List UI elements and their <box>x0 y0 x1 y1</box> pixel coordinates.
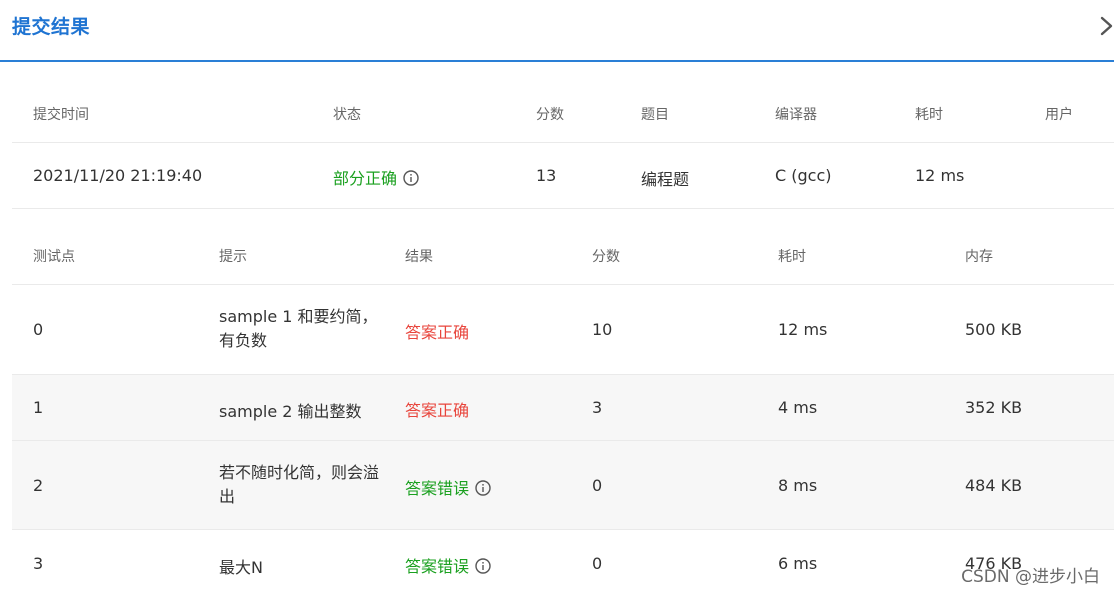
summary-compiler: C (gcc) <box>775 166 832 185</box>
tc-2-memory: 484 KB <box>965 476 1023 495</box>
info-icon[interactable] <box>403 170 419 186</box>
tc-3-score: 0 <box>592 554 603 573</box>
col-score: 分数 <box>536 107 564 123</box>
summary-problem[interactable]: 编程题 <box>641 166 689 190</box>
tc-0-score: 10 <box>592 320 613 339</box>
tc-0-result: 答案正确 <box>405 323 470 342</box>
col-tc-time: 耗时 <box>778 249 806 265</box>
info-icon[interactable] <box>475 558 491 574</box>
tc-3-result-text: 答案错误 <box>405 557 470 576</box>
col-result: 结果 <box>405 249 433 265</box>
tc-0-hint: sample 1 和要约简，有负数 <box>219 307 378 350</box>
summary-elapsed: 12 ms <box>915 166 965 185</box>
summary-status[interactable]: 部分正确 <box>333 165 419 189</box>
tc-2-divider <box>12 529 1114 530</box>
tc-3-id: 3 <box>33 554 44 573</box>
tc-3-time: 6 ms <box>778 554 818 573</box>
tc-1-hint: sample 2 输出整数 <box>219 402 362 421</box>
table-row <box>12 441 1114 529</box>
watermark: CSDN @进步小白 <box>961 567 1100 587</box>
tc-2-time: 8 ms <box>778 476 818 495</box>
summary-time: 2021/11/20 21:19:40 <box>33 166 203 185</box>
tc-3-result[interactable]: 答案错误 <box>405 553 491 577</box>
tc-1-memory: 352 KB <box>965 398 1023 417</box>
tc-2-id: 2 <box>33 476 44 495</box>
col-submit-time: 提交时间 <box>33 107 89 123</box>
col-status: 状态 <box>333 107 361 123</box>
testcase-header-divider <box>12 284 1114 285</box>
tc-0-id: 0 <box>33 320 44 339</box>
col-testcase: 测试点 <box>33 249 75 265</box>
col-hint: 提示 <box>219 249 247 265</box>
summary-row-divider <box>12 208 1114 209</box>
tc-1-score: 3 <box>592 398 603 417</box>
col-elapsed: 耗时 <box>915 107 943 123</box>
tc-1-id: 1 <box>33 398 44 417</box>
col-compiler: 编译器 <box>775 107 817 123</box>
summary-score: 13 <box>536 166 557 185</box>
table-row <box>12 375 1114 440</box>
tc-0-memory: 500 KB <box>965 320 1023 339</box>
tc-2-hint: 若不随时化简，则会溢出 <box>219 463 380 506</box>
col-tc-score: 分数 <box>592 249 620 265</box>
close-button[interactable] <box>1096 14 1114 38</box>
tc-1-time: 4 ms <box>778 398 818 417</box>
tc-3-hint: 最大N <box>219 558 263 577</box>
col-memory: 内存 <box>965 249 993 265</box>
close-chevron-icon <box>1100 16 1113 36</box>
submission-result-page: 提交结果 提交时间 状态 分数 题目 编译器 耗时 用户 2021/11/20 … <box>0 0 1114 595</box>
dialog-title: 提交结果 <box>12 16 91 38</box>
info-icon[interactable] <box>475 480 491 496</box>
dialog-header: 提交结果 <box>0 0 1114 62</box>
summary-status-text: 部分正确 <box>333 169 398 188</box>
tc-1-result: 答案正确 <box>405 401 470 420</box>
tc-2-result[interactable]: 答案错误 <box>405 475 491 499</box>
tc-2-score: 0 <box>592 476 603 495</box>
col-user: 用户 <box>1045 107 1073 123</box>
col-problem: 题目 <box>641 107 669 123</box>
tc-0-time: 12 ms <box>778 320 828 339</box>
tc-2-result-text: 答案错误 <box>405 479 470 498</box>
summary-header-divider <box>12 142 1114 143</box>
